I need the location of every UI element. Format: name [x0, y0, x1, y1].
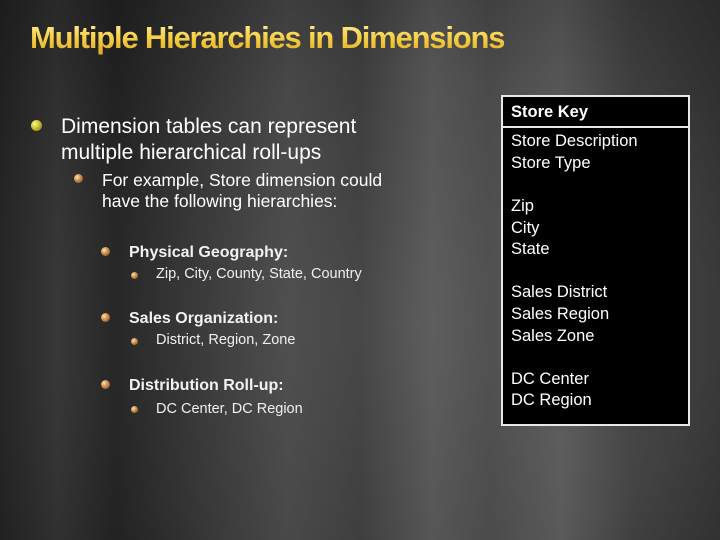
slide-title: Multiple Hierarchies in Dimensions	[30, 20, 505, 55]
attribute-sales-zone: Sales Zone	[511, 327, 595, 345]
bullet-level1-line2: multiple hierarchical roll-ups	[61, 141, 322, 164]
hierarchy-levels-physical-geography: Zip, City, County, State, Country	[156, 266, 362, 282]
attribute-sales-region: Sales Region	[511, 305, 610, 323]
bullet-level4-icon	[131, 272, 138, 279]
attribute-zip: Zip	[511, 197, 534, 215]
bullet-level4-icon	[131, 406, 138, 413]
attribute-dc-center: DC Center	[511, 370, 589, 388]
hierarchy-name-physical-geography: Physical Geography:	[129, 244, 289, 261]
attribute-city: City	[511, 219, 540, 237]
bullet-hierarchy-icon	[101, 380, 110, 389]
bullet-level4-icon	[131, 338, 138, 345]
store-key-header: Store Key	[503, 97, 688, 128]
bullet-level2-line1: For example, Store dimension could	[102, 170, 383, 190]
bullet-hierarchy-icon	[101, 313, 110, 322]
hierarchy-levels-sales-organization: District, Region, Zone	[156, 332, 296, 348]
attribute-store-type: Store Type	[511, 154, 591, 172]
bullet-level2-line2: have the following hierarchies:	[102, 191, 338, 211]
store-dimension-table: Store Key Store Description Store Type Z…	[501, 95, 690, 426]
attribute-state: State	[511, 240, 550, 258]
bullet-level2-icon	[74, 174, 83, 183]
hierarchy-name-sales-organization: Sales Organization:	[129, 310, 279, 327]
hierarchy-levels-distribution-rollup: DC Center, DC Region	[156, 401, 303, 417]
attribute-store-description: Store Description	[511, 132, 638, 150]
bullet-level1-icon	[31, 120, 42, 131]
bullet-level1-line1: Dimension tables can represent	[61, 115, 357, 138]
attribute-dc-region: DC Region	[511, 391, 592, 409]
attribute-sales-district: Sales District	[511, 283, 608, 301]
hierarchy-name-distribution-rollup: Distribution Roll-up:	[129, 377, 284, 394]
bullet-hierarchy-icon	[101, 247, 110, 256]
